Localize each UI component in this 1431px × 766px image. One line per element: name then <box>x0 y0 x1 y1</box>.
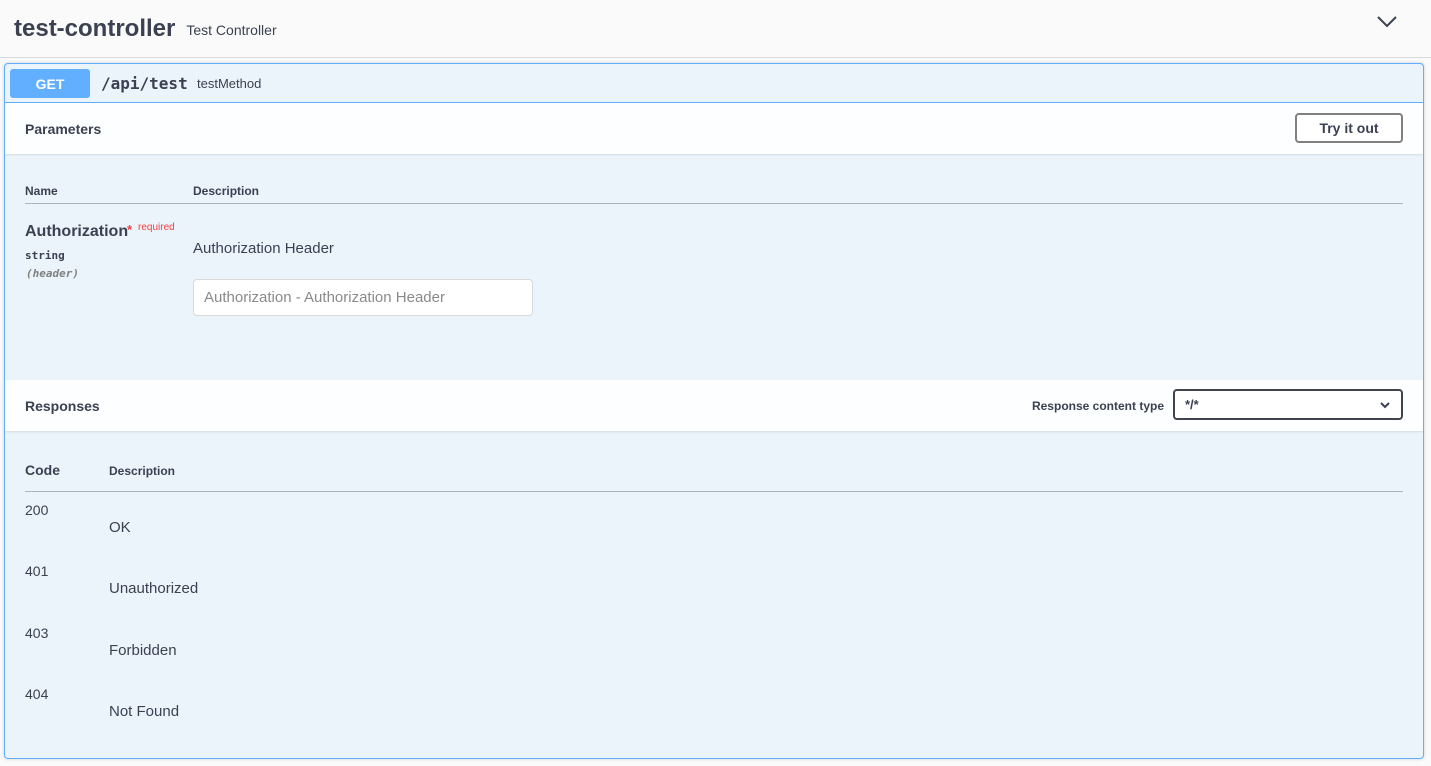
operation-path: /api/test <box>101 74 188 93</box>
responses-header: Responses Response content type */* <box>5 380 1423 431</box>
response-code: 200 <box>25 502 49 518</box>
tag-name[interactable]: test-controller <box>14 15 175 43</box>
response-code: 401 <box>25 563 49 579</box>
response-code: 404 <box>25 686 49 702</box>
parameters-title: Parameters <box>25 120 102 137</box>
chevron-down-icon[interactable] <box>1376 13 1398 31</box>
param-name: Authorization <box>25 223 129 240</box>
param-description: Authorization Header <box>193 240 334 257</box>
method-badge: GET <box>10 69 90 98</box>
response-description: Unauthorized <box>109 580 199 597</box>
authorization-input[interactable] <box>193 279 533 316</box>
parameters-header: Parameters Try it out <box>5 103 1423 154</box>
opblock-get: GET /api/test testMethod Parameters Try … <box>4 63 1424 759</box>
col-code-header: Code <box>25 462 60 478</box>
response-description: Forbidden <box>109 642 177 659</box>
param-location: (header) <box>26 267 79 280</box>
responses-table-header: Code Description <box>25 460 1403 492</box>
chevron-down-icon <box>1380 402 1390 409</box>
content-type-value: */* <box>1185 397 1199 412</box>
col-name-header: Name <box>25 184 58 198</box>
response-code: 403 <box>25 625 49 641</box>
parameters-table-header: Name Description <box>25 182 1403 204</box>
param-type: string <box>25 249 65 262</box>
response-description: OK <box>109 519 131 536</box>
try-it-out-button[interactable]: Try it out <box>1295 113 1403 143</box>
tag-header[interactable]: test-controller Test Controller <box>0 0 1431 58</box>
response-content-type-select[interactable]: */* <box>1173 389 1403 420</box>
responses-title: Responses <box>25 397 100 414</box>
operation-summary: testMethod <box>197 76 262 91</box>
col-description-header: Description <box>109 464 176 478</box>
tag-description: Test Controller <box>186 22 277 38</box>
response-content-type-label: Response content type <box>1031 399 1164 413</box>
response-description: Not Found <box>109 703 180 720</box>
opblock-summary[interactable]: GET /api/test testMethod <box>5 64 1423 103</box>
col-description-header: Description <box>193 184 260 198</box>
required-label: required <box>138 222 175 233</box>
required-star: * <box>127 222 133 237</box>
